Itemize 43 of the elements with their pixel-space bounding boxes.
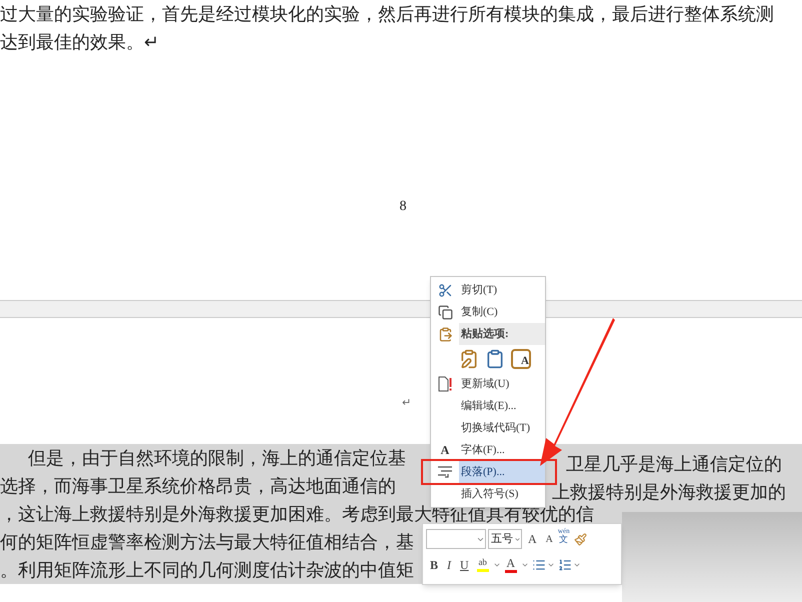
bullets-icon[interactable] — [532, 558, 546, 572]
selected-text: 但是，由于自然环境的限制，海上的通信定位基 — [28, 446, 406, 470]
selected-text: 。利用矩阵流形上不同的几何测度估计杂波的中值矩 — [0, 558, 414, 582]
copy-icon — [438, 304, 452, 320]
menu-item[interactable]: 插入符号(S) — [459, 483, 545, 505]
menu-item[interactable]: 字体(F)... — [459, 439, 545, 461]
menu-item[interactable]: 剪切(T) — [459, 279, 545, 301]
underline-button[interactable]: U — [456, 554, 473, 576]
highlight-button[interactable]: ab — [474, 554, 492, 576]
selected-text: 卫星几乎是海上通信定位的 — [566, 453, 782, 476]
caret-icon — [546, 561, 555, 569]
selected-text: 何的矩阵恒虚警率检测方法与最大特征值相结合，基 — [0, 530, 414, 554]
font-size-dropdown[interactable]: 五号 — [488, 529, 522, 549]
menu-item[interactable]: 段落(P)... — [459, 461, 545, 483]
font-color-button[interactable]: A — [502, 554, 520, 576]
body-text: 过大量的实验验证，首先是经过模块化的实验，然后再进行所有模块的集成，最后进行整体系统测 — [0, 3, 775, 26]
format-painter-icon[interactable] — [574, 532, 587, 546]
document-alert-icon — [437, 376, 453, 392]
scissors-icon — [438, 282, 452, 298]
bold-button[interactable]: B — [426, 554, 442, 576]
font-icon: A — [440, 441, 450, 459]
body-text: 达到最佳的效果。↵ — [0, 31, 160, 54]
page-number: 8 — [400, 198, 406, 216]
paragraph-icon — [437, 465, 453, 479]
grow-font-button[interactable]: A — [524, 528, 541, 550]
paste-text-only-button[interactable]: A — [511, 349, 531, 369]
menu-item[interactable]: 编辑域(E)... — [459, 395, 545, 417]
italic-button[interactable]: I — [443, 554, 456, 576]
shrink-font-button[interactable]: A — [542, 528, 556, 550]
menu-item[interactable]: 切换域代码(T) — [459, 417, 545, 439]
caret-icon — [572, 561, 581, 569]
menu-item[interactable]: 更新域(U) — [459, 373, 545, 395]
numbering-icon[interactable] — [558, 558, 572, 572]
paste-merge-icon[interactable] — [485, 349, 505, 369]
caret-icon — [520, 561, 529, 569]
paste-keep-format-icon[interactable] — [459, 349, 479, 369]
selected-text: 上救援特别是外海救援更加的 — [552, 481, 786, 504]
menu-header: 粘贴选项: — [459, 323, 545, 345]
paragraph-mark: ↵ — [402, 396, 411, 410]
caret-icon — [492, 561, 501, 569]
menu-item[interactable]: 复制(C) — [459, 301, 545, 323]
selected-text: 选择，而海事卫星系统价格昂贵，高达地面通信的 — [0, 474, 396, 498]
clipboard-icon — [438, 326, 452, 342]
